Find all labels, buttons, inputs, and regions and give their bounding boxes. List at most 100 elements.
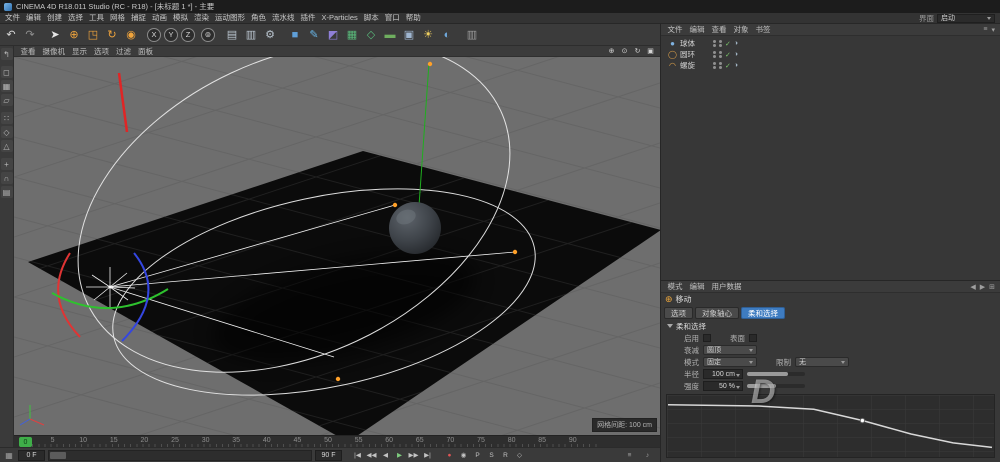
coordinate-system-icon[interactable]: ⊚ xyxy=(201,28,215,42)
attribute-menu-item[interactable]: 编辑 xyxy=(686,281,708,292)
make-editable-icon[interactable]: ↰ xyxy=(1,48,13,60)
prev-key-button[interactable]: ◀◀ xyxy=(365,449,378,461)
toggle-views-icon[interactable]: ▣ xyxy=(645,47,656,56)
om-filter-icon[interactable]: ▾ xyxy=(991,26,995,34)
enable-axis-icon[interactable]: + xyxy=(1,158,13,170)
visibility-dots[interactable] xyxy=(713,62,716,69)
surface-checkbox[interactable] xyxy=(749,334,757,342)
render-settings-icon[interactable]: ⚙ xyxy=(261,26,279,44)
spinner-icon[interactable] xyxy=(736,386,740,389)
om-options-icon[interactable]: ≡ xyxy=(983,26,987,34)
undo-icon[interactable]: ↶ xyxy=(2,26,20,44)
curve-handle[interactable] xyxy=(860,418,864,422)
autokey-button[interactable]: ◉ xyxy=(457,449,470,461)
attribute-menu-item[interactable]: 用户数据 xyxy=(708,281,745,292)
radius-field[interactable]: 100 cm xyxy=(703,369,743,379)
polygons-mode-icon[interactable]: △ xyxy=(1,140,13,152)
record-keyframe-button[interactable]: ● xyxy=(443,449,456,461)
add-subdivision-icon[interactable]: ◩ xyxy=(324,26,342,44)
menu-item[interactable]: 模拟 xyxy=(170,13,191,23)
object-manager-menu-item[interactable]: 编辑 xyxy=(686,24,708,35)
phong-tag-icon[interactable]: ◑ xyxy=(734,40,738,47)
pan-view-icon[interactable]: ⊕ xyxy=(606,47,617,56)
points-mode-icon[interactable]: ∷ xyxy=(1,112,13,124)
visibility-dots[interactable] xyxy=(713,40,716,47)
sound-toggle-icon[interactable]: ♪ xyxy=(641,449,654,461)
x-axis-lock-icon[interactable]: X xyxy=(147,28,161,42)
menu-item[interactable]: 网格 xyxy=(107,13,128,23)
mode-select[interactable]: 固定 xyxy=(703,357,757,367)
move-tool-icon[interactable]: ⊕ xyxy=(65,26,83,44)
enabled-check-icon[interactable]: ✓ xyxy=(725,40,731,48)
render-picture-viewer-icon[interactable]: ▥ xyxy=(242,26,260,44)
object-row[interactable]: ● 球体 ✓ ◑ xyxy=(661,38,1000,49)
menu-item[interactable]: X-Particles xyxy=(319,13,361,23)
menu-item[interactable]: 帮助 xyxy=(403,13,424,23)
render-view-icon[interactable]: ▤ xyxy=(223,26,241,44)
timeline-layout-icon[interactable]: ▦ xyxy=(3,451,15,460)
add-floor-icon[interactable]: ▬ xyxy=(381,26,399,44)
y-axis-lock-icon[interactable]: Y xyxy=(164,28,178,42)
workplane-mode-icon[interactable]: ▱ xyxy=(1,94,13,106)
menu-item[interactable]: 渲染 xyxy=(191,13,212,23)
menu-item[interactable]: 窗口 xyxy=(382,13,403,23)
menu-item[interactable]: 文件 xyxy=(2,13,23,23)
attribute-tab[interactable]: 选项 xyxy=(664,307,693,319)
add-array-icon[interactable]: ▦ xyxy=(343,26,361,44)
object-name[interactable]: 螺旋 xyxy=(680,60,710,71)
am-history-forward-icon[interactable]: ▶ xyxy=(980,283,985,291)
zoom-view-icon[interactable]: ⊙ xyxy=(619,47,630,56)
live-selection-icon[interactable]: ➤ xyxy=(46,26,64,44)
timeline-ruler[interactable]: 0 5 10 15 20 25 30 xyxy=(14,435,660,447)
redo-icon[interactable]: ↷ xyxy=(21,26,39,44)
object-name[interactable]: 圆环 xyxy=(680,49,710,60)
prev-frame-button[interactable]: ◀ xyxy=(379,449,392,461)
menu-item[interactable]: 选择 xyxy=(65,13,86,23)
object-row[interactable]: ◯ 圆环 ✓ ◑ xyxy=(661,49,1000,60)
menu-item[interactable]: 脚本 xyxy=(361,13,382,23)
rotate-tool-icon[interactable]: ↻ xyxy=(103,26,121,44)
falloff-select[interactable]: 圆顶 xyxy=(703,345,757,355)
add-cube-icon[interactable]: ■ xyxy=(286,26,304,44)
add-camera-icon[interactable]: ▣ xyxy=(400,26,418,44)
model-mode-icon[interactable]: ◻ xyxy=(1,66,13,78)
attribute-tab[interactable]: 对象轴心 xyxy=(695,307,739,319)
add-spline-icon[interactable]: ✎ xyxy=(305,26,323,44)
viewport-menu-item[interactable]: 摄像机 xyxy=(39,46,69,57)
play-button[interactable]: ▶ xyxy=(393,449,406,461)
rotate-view-icon[interactable]: ↻ xyxy=(632,47,643,56)
next-frame-button[interactable]: ▶▶ xyxy=(407,449,420,461)
phong-tag-icon[interactable]: ◑ xyxy=(734,51,738,58)
falloff-curve-editor[interactable] xyxy=(666,394,995,458)
edges-mode-icon[interactable]: ◇ xyxy=(1,126,13,138)
spinner-icon[interactable] xyxy=(736,374,740,377)
radius-slider[interactable] xyxy=(747,372,805,376)
viewport-menu-item[interactable]: 面板 xyxy=(135,46,157,57)
attribute-menu-item[interactable]: 模式 xyxy=(664,281,686,292)
key-position-button[interactable]: P xyxy=(471,449,484,461)
frame-slider-handle[interactable] xyxy=(50,452,66,459)
strength-field[interactable]: 50 % xyxy=(703,381,743,391)
menu-item[interactable]: 流水线 xyxy=(269,13,298,23)
snap-icon[interactable]: ∩ xyxy=(1,172,13,184)
goto-start-button[interactable]: |◀ xyxy=(351,449,364,461)
enable-checkbox[interactable] xyxy=(703,334,711,342)
menu-item[interactable]: 插件 xyxy=(298,13,319,23)
object-manager-menu-item[interactable]: 对象 xyxy=(730,24,752,35)
frame-slider[interactable] xyxy=(48,450,312,461)
lock-workplane-icon[interactable]: ▤ xyxy=(1,186,13,198)
add-sky-icon[interactable]: ◐ xyxy=(438,26,456,44)
viewport-canvas[interactable]: 网格间距: 100 cm xyxy=(14,57,660,435)
add-light-icon[interactable]: ☀ xyxy=(419,26,437,44)
key-rotation-button[interactable]: R xyxy=(499,449,512,461)
add-deformer-icon[interactable]: ◇ xyxy=(362,26,380,44)
layout-select[interactable]: 启动 xyxy=(937,14,995,23)
key-parameter-button[interactable]: ◇ xyxy=(513,449,526,461)
menu-item[interactable]: 工具 xyxy=(86,13,107,23)
render-film-icon[interactable]: ▥ xyxy=(463,26,481,44)
visibility-dots[interactable] xyxy=(713,51,716,58)
section-header[interactable]: 柔和选择 xyxy=(661,321,1000,332)
viewport-menu-item[interactable]: 过滤 xyxy=(113,46,135,57)
render-dots[interactable] xyxy=(719,62,722,69)
object-manager-menu-item[interactable]: 查看 xyxy=(708,24,730,35)
